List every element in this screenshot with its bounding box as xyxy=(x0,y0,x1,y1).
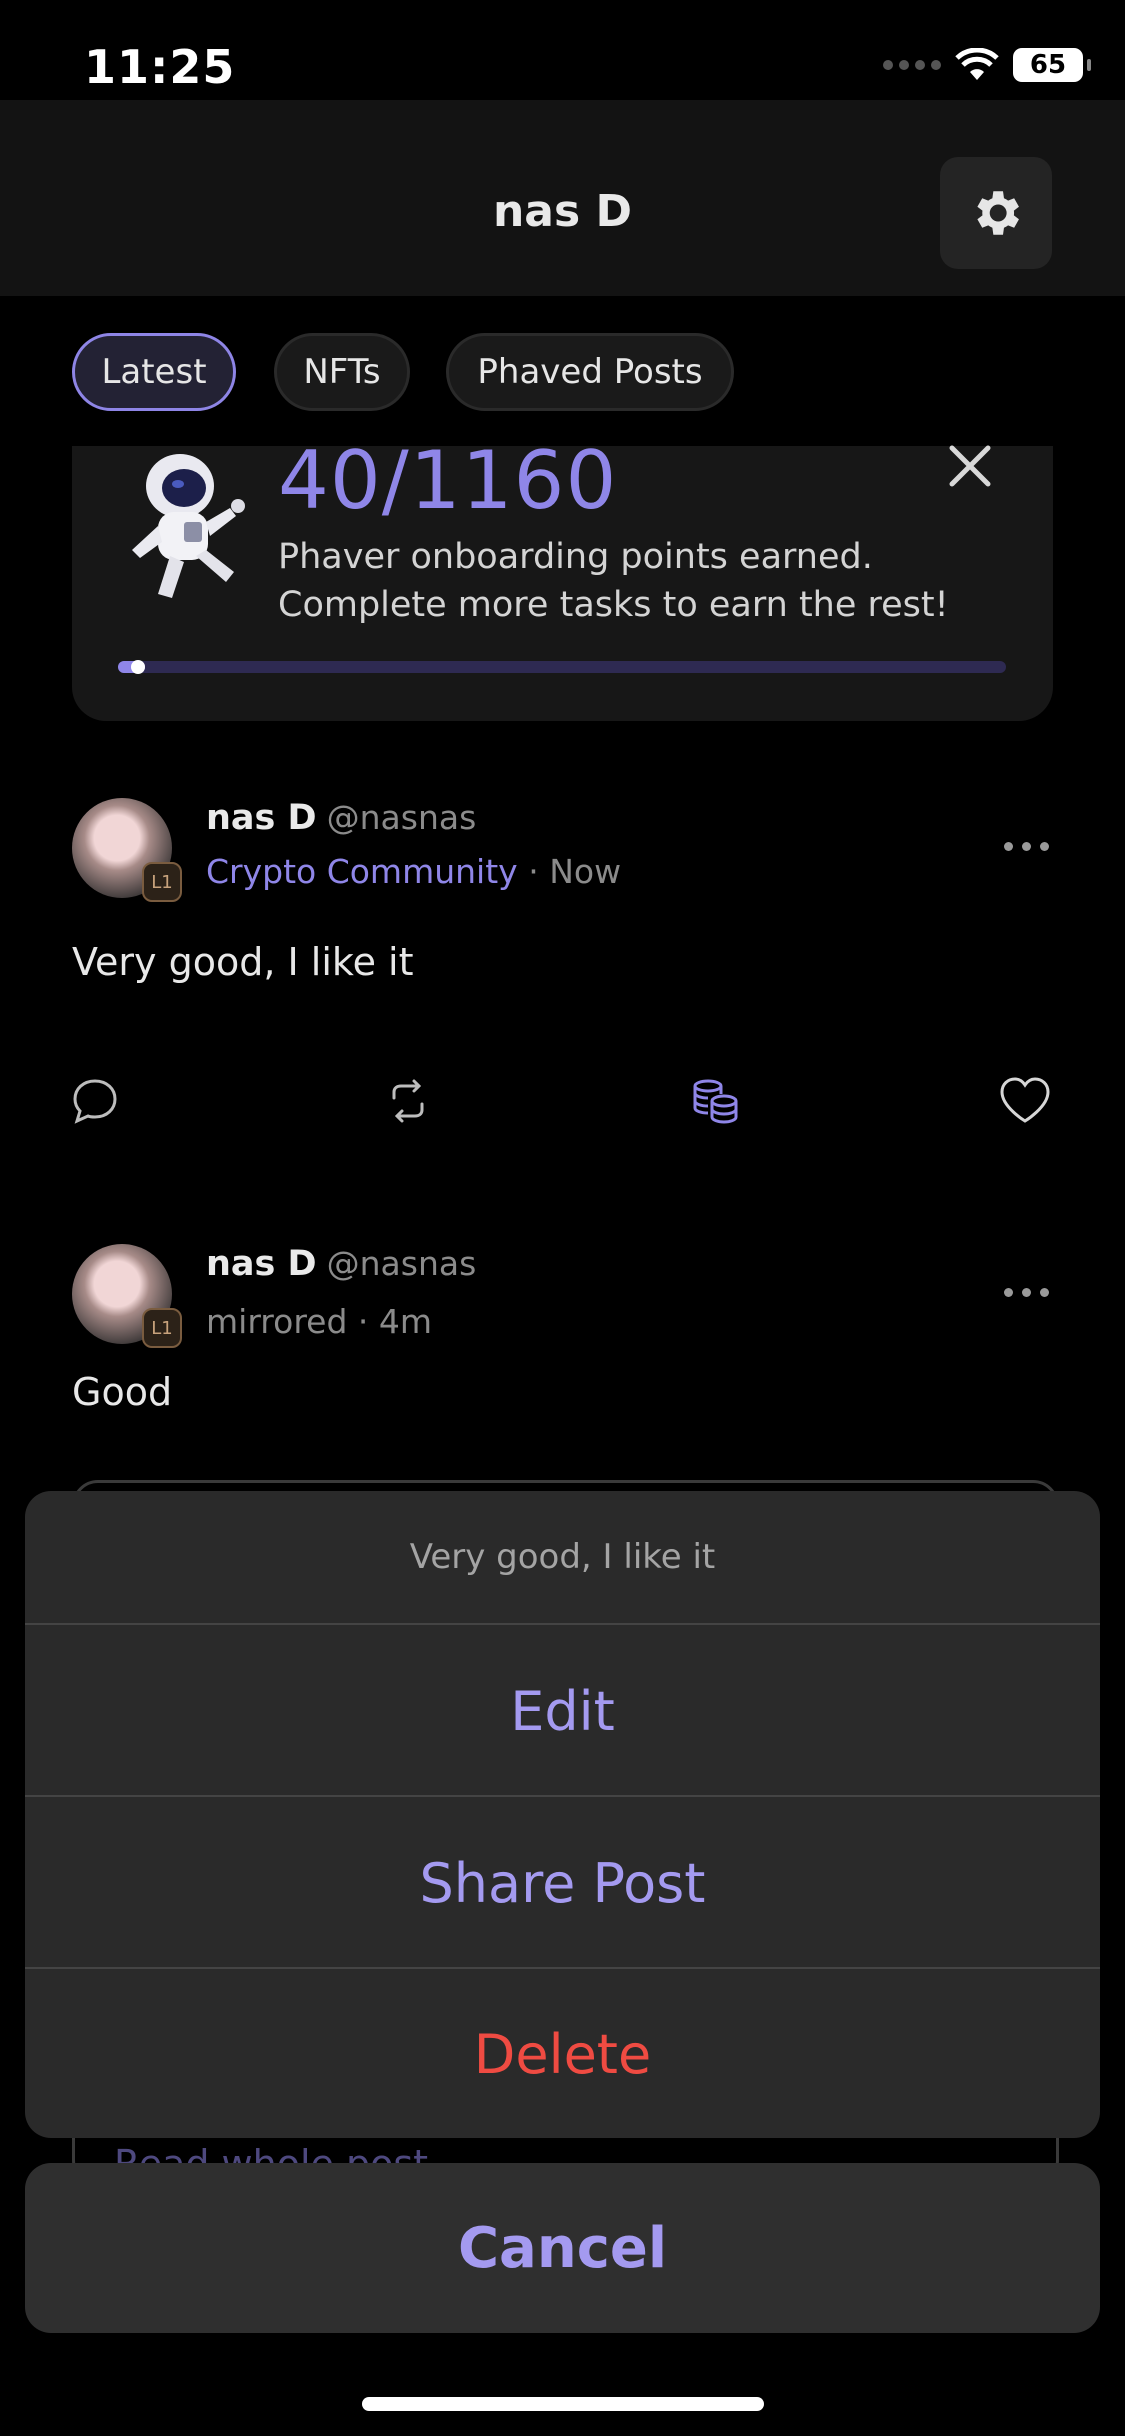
status-icons: 65 xyxy=(883,48,1091,82)
more-options-icon[interactable] xyxy=(1004,1288,1049,1297)
level-badge: L1 xyxy=(142,1308,182,1348)
battery-indicator: 65 xyxy=(1013,48,1091,82)
delete-button[interactable]: Delete xyxy=(25,1967,1100,2138)
share-post-button[interactable]: Share Post xyxy=(25,1795,1100,1969)
onboarding-line-2: Complete more tasks to earn the rest! xyxy=(278,585,949,625)
post-author[interactable]: nas D @nasnas xyxy=(206,1244,476,1284)
gear-icon xyxy=(977,191,1019,235)
coins-icon[interactable] xyxy=(690,1076,740,1126)
status-time: 11:25 xyxy=(84,40,236,94)
repost-icon[interactable] xyxy=(384,1076,432,1126)
post-author[interactable]: nas D @nasnas xyxy=(206,798,476,838)
settings-button[interactable] xyxy=(940,157,1052,269)
post-meta: Crypto Community · Now xyxy=(206,852,621,891)
post-author-handle: @nasnas xyxy=(326,1244,477,1283)
level-badge: L1 xyxy=(142,862,182,902)
edit-button[interactable]: Edit xyxy=(25,1623,1100,1797)
post-text: Very good, I like it xyxy=(72,940,414,984)
post-time: Now xyxy=(549,852,622,891)
heart-icon[interactable] xyxy=(998,1076,1052,1126)
action-sheet: Very good, I like it Edit Share Post Del… xyxy=(25,1491,1100,2138)
onboarding-line-1: Phaver onboarding points earned. xyxy=(278,537,873,577)
close-icon[interactable] xyxy=(944,440,996,492)
post-meta: mirrored · 4m xyxy=(206,1302,433,1341)
more-options-icon[interactable] xyxy=(1004,842,1049,851)
tab-nfts[interactable]: NFTs xyxy=(274,333,410,411)
post-author-name: nas D xyxy=(206,1244,317,1284)
cellular-signal-icon xyxy=(883,60,941,70)
tab-phaved-posts[interactable]: Phaved Posts xyxy=(446,333,734,411)
tab-latest[interactable]: Latest xyxy=(72,333,236,411)
onboarding-progress-track xyxy=(118,661,1006,673)
post-author-name: nas D xyxy=(206,798,317,838)
action-sheet-title: Very good, I like it xyxy=(409,1537,716,1577)
community-link[interactable]: Crypto Community xyxy=(206,852,518,891)
home-indicator xyxy=(362,2397,764,2411)
onboarding-description: Phaver onboarding points earned. Complet… xyxy=(278,533,978,629)
post-text: Good xyxy=(72,1370,173,1414)
astronaut-illustration xyxy=(132,454,245,598)
onboarding-points: 40/1160 xyxy=(278,434,618,527)
post-author-handle: @nasnas xyxy=(326,798,477,837)
onboarding-progress-knob xyxy=(131,660,145,674)
comment-icon[interactable] xyxy=(70,1076,120,1126)
meta-separator: · xyxy=(528,852,539,891)
wifi-icon xyxy=(955,48,999,80)
cancel-button[interactable]: Cancel xyxy=(25,2163,1100,2333)
